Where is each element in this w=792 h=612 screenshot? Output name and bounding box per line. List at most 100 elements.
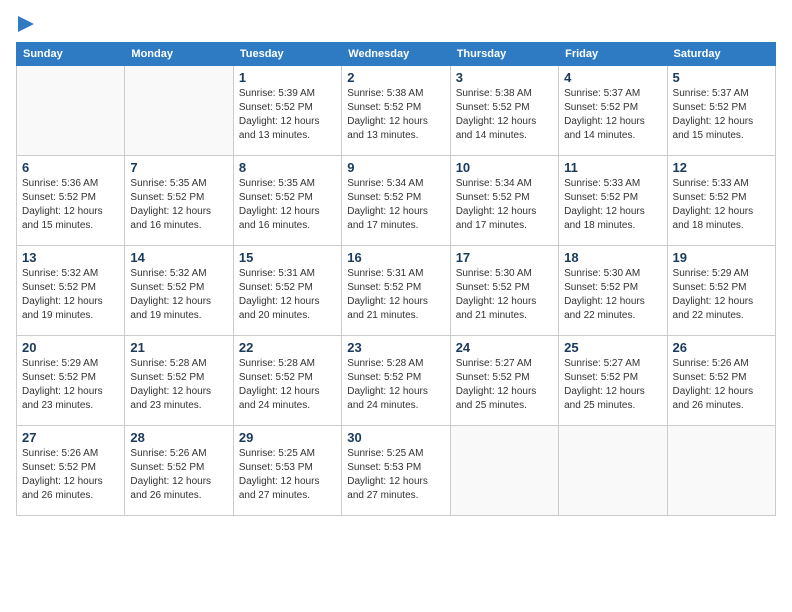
calendar-cell: 22 Sunrise: 5:28 AMSunset: 5:52 PMDayligh… (233, 336, 341, 426)
calendar-cell: 29 Sunrise: 5:25 AMSunset: 5:53 PMDayligh… (233, 426, 341, 516)
calendar-cell: 2 Sunrise: 5:38 AMSunset: 5:52 PMDaylight… (342, 66, 450, 156)
cell-day-number: 9 (347, 160, 444, 175)
cell-day-number: 11 (564, 160, 661, 175)
cell-day-number: 30 (347, 430, 444, 445)
cell-day-number: 22 (239, 340, 336, 355)
calendar-cell: 21 Sunrise: 5:28 AMSunset: 5:52 PMDayligh… (125, 336, 233, 426)
cell-info: Sunrise: 5:29 AMSunset: 5:52 PMDaylight:… (22, 357, 119, 413)
calendar-cell: 23 Sunrise: 5:28 AMSunset: 5:52 PMDayligh… (342, 336, 450, 426)
cell-info: Sunrise: 5:32 AMSunset: 5:52 PMDaylight:… (130, 267, 227, 323)
calendar-cell: 16Sunrise: 5:31 AMSunset: 5:52 PMDayligh… (342, 246, 450, 336)
cell-info: Sunrise: 5:25 AMSunset: 5:53 PMDaylight:… (239, 447, 336, 503)
calendar-cell: 14 Sunrise: 5:32 AMSunset: 5:52 PMDayligh… (125, 246, 233, 336)
cell-info: Sunrise: 5:29 AMSunset: 5:52 PMDaylight:… (673, 267, 770, 323)
cell-day-number: 15 (239, 250, 336, 265)
cell-info: Sunrise: 5:26 AMSunset: 5:52 PMDaylight:… (673, 357, 770, 413)
cell-info: Sunrise: 5:35 AMSunset: 5:52 PMDaylight:… (130, 177, 227, 233)
cell-day-number: 18 (564, 250, 661, 265)
cell-day-number: 3 (456, 70, 553, 85)
calendar-week-row: 6 Sunrise: 5:36 AMSunset: 5:52 PMDaylight… (17, 156, 776, 246)
calendar-cell (667, 426, 775, 516)
calendar-week-row: 27Sunrise: 5:26 AMSunset: 5:52 PMDayligh… (17, 426, 776, 516)
calendar-cell: 13 Sunrise: 5:32 AMSunset: 5:52 PMDayligh… (17, 246, 125, 336)
calendar-cell: 12 Sunrise: 5:33 AMSunset: 5:52 PMDayligh… (667, 156, 775, 246)
cell-day-number: 26 (673, 340, 770, 355)
calendar-cell (450, 426, 558, 516)
cell-info: Sunrise: 5:28 AMSunset: 5:52 PMDaylight:… (347, 357, 444, 413)
calendar-cell: 25 Sunrise: 5:27 AMSunset: 5:52 PMDayligh… (559, 336, 667, 426)
calendar-cell: 3 Sunrise: 5:38 AMSunset: 5:52 PMDaylight… (450, 66, 558, 156)
cell-day-number: 13 (22, 250, 119, 265)
logo (16, 16, 34, 32)
calendar-cell: 6 Sunrise: 5:36 AMSunset: 5:52 PMDaylight… (17, 156, 125, 246)
cell-day-number: 24 (456, 340, 553, 355)
calendar-cell (559, 426, 667, 516)
cell-info: Sunrise: 5:27 AMSunset: 5:52 PMDaylight:… (456, 357, 553, 413)
calendar-cell: 18 Sunrise: 5:30 AMSunset: 5:52 PMDayligh… (559, 246, 667, 336)
cell-day-number: 21 (130, 340, 227, 355)
calendar-cell: 7 Sunrise: 5:35 AMSunset: 5:52 PMDaylight… (125, 156, 233, 246)
calendar-header-cell: Monday (125, 43, 233, 66)
cell-day-number: 2 (347, 70, 444, 85)
cell-day-number: 25 (564, 340, 661, 355)
cell-info: Sunrise: 5:37 AMSunset: 5:52 PMDaylight:… (564, 87, 661, 143)
calendar-header-cell: Thursday (450, 43, 558, 66)
calendar-header-row: SundayMondayTuesdayWednesdayThursdayFrid… (17, 43, 776, 66)
calendar-cell: 8 Sunrise: 5:35 AMSunset: 5:52 PMDaylight… (233, 156, 341, 246)
calendar-body: 1 Sunrise: 5:39 AMSunset: 5:52 PMDaylight… (17, 66, 776, 516)
calendar-cell: 30 Sunrise: 5:25 AMSunset: 5:53 PMDayligh… (342, 426, 450, 516)
cell-info: Sunrise: 5:25 AMSunset: 5:53 PMDaylight:… (347, 447, 444, 503)
calendar-cell: 10 Sunrise: 5:34 AMSunset: 5:52 PMDayligh… (450, 156, 558, 246)
cell-info: Sunrise: 5:26 AMSunset: 5:52 PMDaylight:… (22, 447, 119, 503)
calendar-header-cell: Friday (559, 43, 667, 66)
cell-info: Sunrise: 5:37 AMSunset: 5:52 PMDaylight:… (673, 87, 770, 143)
calendar-header-cell: Sunday (17, 43, 125, 66)
calendar-cell (125, 66, 233, 156)
calendar-cell: 27Sunrise: 5:26 AMSunset: 5:52 PMDayligh… (17, 426, 125, 516)
cell-info: Sunrise: 5:38 AMSunset: 5:52 PMDaylight:… (456, 87, 553, 143)
cell-day-number: 17 (456, 250, 553, 265)
cell-info: Sunrise: 5:31 AMSunset: 5:52 PMDaylight:… (239, 267, 336, 323)
cell-day-number: 7 (130, 160, 227, 175)
cell-info: Sunrise: 5:28 AMSunset: 5:52 PMDaylight:… (239, 357, 336, 413)
cell-day-number: 4 (564, 70, 661, 85)
calendar: SundayMondayTuesdayWednesdayThursdayFrid… (16, 42, 776, 516)
calendar-cell: 4 Sunrise: 5:37 AMSunset: 5:52 PMDaylight… (559, 66, 667, 156)
cell-day-number: 12 (673, 160, 770, 175)
cell-info: Sunrise: 5:34 AMSunset: 5:52 PMDaylight:… (347, 177, 444, 233)
calendar-cell: 15 Sunrise: 5:31 AMSunset: 5:52 PMDayligh… (233, 246, 341, 336)
cell-info: Sunrise: 5:35 AMSunset: 5:52 PMDaylight:… (239, 177, 336, 233)
calendar-header-cell: Wednesday (342, 43, 450, 66)
cell-day-number: 5 (673, 70, 770, 85)
cell-info: Sunrise: 5:28 AMSunset: 5:52 PMDaylight:… (130, 357, 227, 413)
cell-info: Sunrise: 5:30 AMSunset: 5:52 PMDaylight:… (564, 267, 661, 323)
cell-day-number: 14 (130, 250, 227, 265)
calendar-cell: 24 Sunrise: 5:27 AMSunset: 5:52 PMDayligh… (450, 336, 558, 426)
cell-info: Sunrise: 5:27 AMSunset: 5:52 PMDaylight:… (564, 357, 661, 413)
cell-info: Sunrise: 5:36 AMSunset: 5:52 PMDaylight:… (22, 177, 119, 233)
cell-info: Sunrise: 5:38 AMSunset: 5:52 PMDaylight:… (347, 87, 444, 143)
cell-day-number: 23 (347, 340, 444, 355)
cell-day-number: 29 (239, 430, 336, 445)
calendar-cell: 5 Sunrise: 5:37 AMSunset: 5:52 PMDaylight… (667, 66, 775, 156)
calendar-header-cell: Saturday (667, 43, 775, 66)
cell-day-number: 19 (673, 250, 770, 265)
calendar-week-row: 20 Sunrise: 5:29 AMSunset: 5:52 PMDayligh… (17, 336, 776, 426)
cell-info: Sunrise: 5:33 AMSunset: 5:52 PMDaylight:… (564, 177, 661, 233)
cell-info: Sunrise: 5:26 AMSunset: 5:52 PMDaylight:… (130, 447, 227, 503)
cell-info: Sunrise: 5:39 AMSunset: 5:52 PMDaylight:… (239, 87, 336, 143)
cell-day-number: 10 (456, 160, 553, 175)
cell-day-number: 6 (22, 160, 119, 175)
calendar-cell (17, 66, 125, 156)
cell-info: Sunrise: 5:33 AMSunset: 5:52 PMDaylight:… (673, 177, 770, 233)
calendar-cell: 11 Sunrise: 5:33 AMSunset: 5:52 PMDayligh… (559, 156, 667, 246)
cell-info: Sunrise: 5:31 AMSunset: 5:52 PMDaylight:… (347, 267, 444, 323)
cell-info: Sunrise: 5:32 AMSunset: 5:52 PMDaylight:… (22, 267, 119, 323)
logo-arrow-icon (18, 16, 34, 32)
cell-info: Sunrise: 5:34 AMSunset: 5:52 PMDaylight:… (456, 177, 553, 233)
cell-day-number: 8 (239, 160, 336, 175)
calendar-week-row: 13 Sunrise: 5:32 AMSunset: 5:52 PMDayligh… (17, 246, 776, 336)
cell-day-number: 1 (239, 70, 336, 85)
calendar-week-row: 1 Sunrise: 5:39 AMSunset: 5:52 PMDaylight… (17, 66, 776, 156)
cell-day-number: 20 (22, 340, 119, 355)
